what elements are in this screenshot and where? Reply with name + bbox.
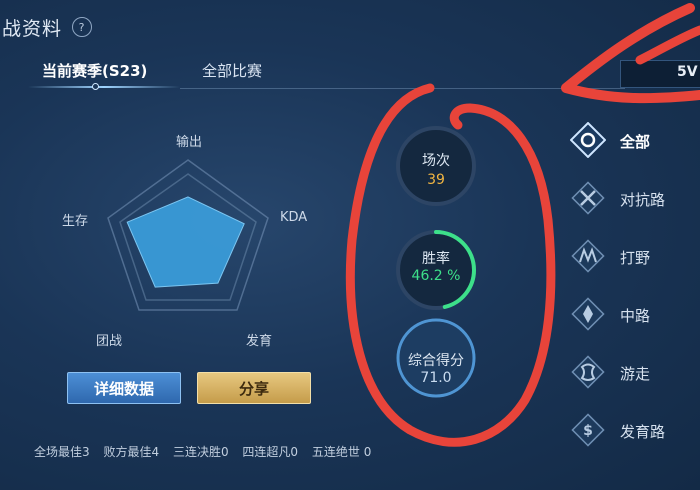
annotation-loop <box>345 83 556 447</box>
annotation-arrow <box>561 3 700 104</box>
red-annotation-overlay <box>345 3 700 447</box>
